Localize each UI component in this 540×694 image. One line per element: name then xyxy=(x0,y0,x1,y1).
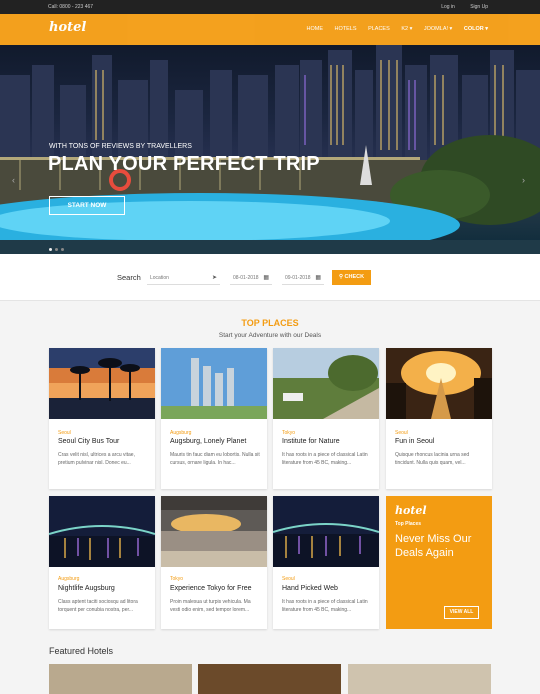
card-title[interactable]: Experience Tokyo for Free xyxy=(170,585,252,592)
promo-logo: hotel xyxy=(395,504,427,517)
calendar-icon: ▦ xyxy=(315,275,321,281)
card-image xyxy=(161,496,267,567)
place-card[interactable]: Tokyo Institute for Nature It has roots … xyxy=(273,348,379,489)
card-title[interactable]: Hand Picked Web xyxy=(282,585,338,592)
nav-item-k2[interactable]: K2 ▾ xyxy=(401,26,412,32)
section-subtitle: Start your Adventure with our Deals xyxy=(218,332,322,339)
search-label: Search xyxy=(117,273,141,282)
place-card[interactable]: Seoul Fun in Seoul Quisque rhoncus lacin… xyxy=(386,348,492,489)
view-all-button[interactable]: VIEW ALL xyxy=(444,606,479,619)
card-category[interactable]: Tokyo xyxy=(170,576,183,582)
slider-dot[interactable] xyxy=(49,248,52,251)
check-button[interactable]: ⚲ CHECK xyxy=(332,270,371,285)
card-image xyxy=(273,348,379,419)
card-title[interactable]: Nightlife Augsburg xyxy=(58,585,115,592)
card-category[interactable]: Augsburg xyxy=(170,430,191,436)
featured-hotels-title: Featured Hotels xyxy=(49,646,114,656)
place-card[interactable]: Augsburg Nightlife Augsburg Class aptent… xyxy=(49,496,155,629)
chevron-right-icon[interactable]: › xyxy=(522,175,525,185)
card-description: Mauris tin fauc diam eu lobortis. Nulla … xyxy=(170,452,260,466)
section-title: TOP PLACES xyxy=(241,318,299,328)
card-description: It has roots in a piece of classical Lat… xyxy=(282,452,368,466)
start-now-button[interactable]: START NOW xyxy=(49,196,125,215)
chevron-left-icon[interactable]: ‹ xyxy=(12,175,15,185)
place-card[interactable]: Tokyo Experience Tokyo for Free Proin ma… xyxy=(161,496,267,629)
card-description: Proin malesua ut turpis vehicula. Ma ves… xyxy=(170,599,251,613)
hero-slider: WITH TONS OF REVIEWS BY TRAVELLERS PLAN … xyxy=(0,45,540,254)
card-description: Cras velit nisl, ultrices a arcu vitae, … xyxy=(58,452,135,466)
promo-box: hotel Top Places Never Miss Our Deals Ag… xyxy=(386,496,492,629)
card-category[interactable]: Seoul xyxy=(58,430,71,436)
hero-subtitle: WITH TONS OF REVIEWS BY TRAVELLERS xyxy=(49,143,192,150)
card-description: Quisque rhoncus lacinia urna sed tincidu… xyxy=(395,452,470,466)
signup-link[interactable]: Sign Up xyxy=(470,4,488,10)
card-category[interactable]: Augsburg xyxy=(58,576,79,582)
card-image xyxy=(273,496,379,567)
card-category[interactable]: Seoul xyxy=(395,430,408,436)
card-title[interactable]: Seoul City Bus Tour xyxy=(58,438,119,445)
nav-item-joomla[interactable]: JOOMLA! ▾ xyxy=(424,26,452,32)
card-image xyxy=(49,496,155,567)
site-logo[interactable]: hotel xyxy=(49,20,86,35)
slider-dot[interactable] xyxy=(61,248,64,251)
card-description: Class aptent taciti sociosqu ad litora t… xyxy=(58,599,138,613)
nav-item-color[interactable]: COLOR ▾ xyxy=(464,26,488,32)
nav-item-places[interactable]: PLACES xyxy=(368,26,390,32)
location-arrow-icon: ➤ xyxy=(211,275,217,281)
hero-title: PLAN YOUR PERFECT TRIP xyxy=(48,153,320,175)
card-image xyxy=(161,348,267,419)
calendar-icon: ▦ xyxy=(263,275,269,281)
card-category[interactable]: Seoul xyxy=(282,576,295,582)
card-image xyxy=(386,348,492,419)
main-nav: hotel HOME HOTELS PLACES K2 ▾ JOOMLA! ▾ … xyxy=(0,14,540,45)
promo-tag: Top Places xyxy=(395,521,422,527)
checkout-date-field[interactable]: 09-01-2018 ▦ xyxy=(282,271,324,285)
card-title[interactable]: Institute for Nature xyxy=(282,438,340,445)
nav-menu: HOME HOTELS PLACES K2 ▾ JOOMLA! ▾ COLOR … xyxy=(296,26,488,32)
card-category[interactable]: Tokyo xyxy=(282,430,295,436)
search-icon: ⚲ xyxy=(338,274,343,280)
location-input[interactable]: Location ➤ xyxy=(147,271,220,285)
checkin-date-field[interactable]: 08-01-2018 ▦ xyxy=(230,271,272,285)
account-links: Log in Sign Up xyxy=(427,4,488,10)
call-info: Call: 0800 - 223 467 xyxy=(48,4,94,10)
card-title[interactable]: Fun in Seoul xyxy=(395,438,434,445)
search-bar: Search Location ➤ 08-01-2018 ▦ 09-01-201… xyxy=(0,254,540,301)
promo-heading: Never Miss Our Deals Again xyxy=(395,533,472,559)
nav-item-home[interactable]: HOME xyxy=(306,26,323,32)
card-description: It has roots in a piece of classical Lat… xyxy=(282,599,368,613)
place-card[interactable]: Augsburg Augsburg, Lonely Planet Mauris … xyxy=(161,348,267,489)
slider-dot[interactable] xyxy=(55,248,58,251)
card-title[interactable]: Augsburg, Lonely Planet xyxy=(170,438,246,445)
nav-item-hotels[interactable]: HOTELS xyxy=(335,26,357,32)
place-card[interactable]: Seoul Hand Picked Web It has roots in a … xyxy=(273,496,379,629)
top-bar: Call: 0800 - 223 467 Log in Sign Up xyxy=(0,0,540,14)
login-link[interactable]: Log in xyxy=(441,4,455,10)
place-card[interactable]: Seoul Seoul City Bus Tour Cras velit nis… xyxy=(49,348,155,489)
card-image xyxy=(49,348,155,419)
